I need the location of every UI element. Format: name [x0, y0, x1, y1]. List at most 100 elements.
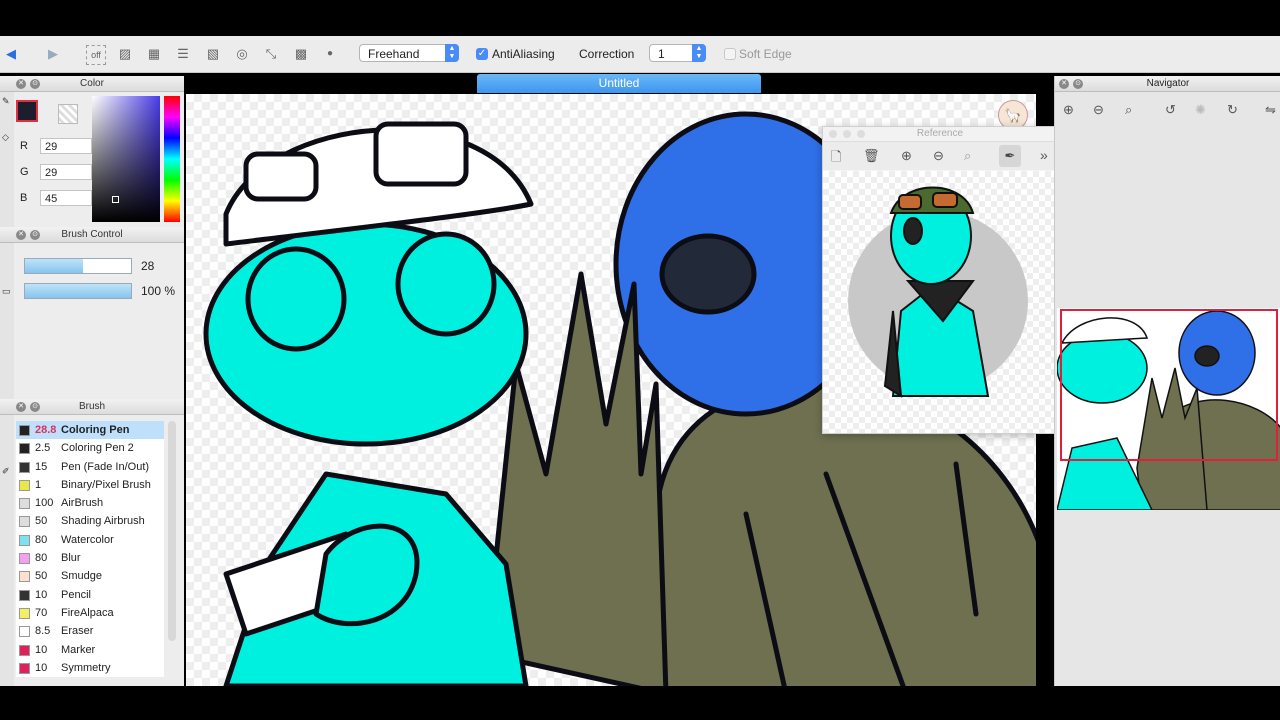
close-icon[interactable]: ✕: [16, 79, 26, 89]
trash-icon[interactable]: 🗑: [863, 148, 880, 164]
brush-item[interactable]: 50 Smudge: [16, 567, 164, 586]
close-icon[interactable]: ✕: [16, 402, 26, 412]
perspective-icon[interactable]: ▧: [204, 45, 222, 63]
brush-color-swatch: [19, 516, 30, 528]
vanishing-point-icon[interactable]: ⤡: [262, 45, 280, 63]
next-arrow-icon[interactable]: ▶: [44, 45, 62, 63]
selection-off-icon[interactable]: off: [86, 45, 106, 65]
new-file-icon[interactable]: 🗋: [831, 148, 841, 170]
mode-select[interactable]: Freehand ▲ ▼: [359, 44, 459, 62]
r-input[interactable]: 29: [40, 138, 92, 154]
brush-color-swatch: [19, 498, 30, 510]
brush-size: 15: [35, 460, 48, 473]
brush-item[interactable]: 10 Symmetry: [16, 658, 164, 678]
antialiasing-label: AntiAliasing: [492, 47, 555, 61]
zoom-out-icon[interactable]: ⊖: [1093, 102, 1104, 118]
brush-item[interactable]: 1 Binary/Pixel Brush: [16, 475, 164, 495]
b-label: B: [20, 192, 28, 204]
zoom-fit-icon[interactable]: ⌕: [1125, 102, 1132, 118]
brush-list: 28.8 Coloring Pen 2.5 Coloring Pen 2 15 Pen (…: [16, 421, 164, 678]
grid-icon[interactable]: ▦: [145, 45, 163, 63]
brush-size-slider[interactable]: [24, 258, 132, 274]
color-picker-cursor[interactable]: [112, 196, 119, 203]
rotate-right-icon[interactable]: ↻: [1227, 102, 1238, 118]
reset-rotation-icon[interactable]: ✺: [1195, 102, 1206, 118]
tool-icon-2[interactable]: ◇: [2, 132, 12, 142]
correction-select[interactable]: 1 ▲ ▼: [649, 44, 706, 62]
brush-size-value[interactable]: 28: [141, 259, 154, 273]
prev-arrow-icon[interactable]: ◀: [2, 45, 20, 63]
brush-color-swatch: [19, 589, 30, 601]
g-input[interactable]: 29: [40, 164, 92, 180]
brush-color-swatch: [19, 479, 30, 491]
secondary-color-swatch[interactable]: [58, 104, 78, 124]
b-row: B 45: [20, 190, 92, 206]
primary-color-swatch[interactable]: [16, 100, 38, 122]
tool-icon-3[interactable]: ▭: [2, 286, 12, 296]
brush-opacity-slider[interactable]: [24, 283, 132, 299]
brush-item[interactable]: 2.5 Coloring Pen 2: [16, 439, 164, 458]
brush-item[interactable]: 70 FireAlpaca: [16, 603, 164, 623]
brush-name: Coloring Pen: [61, 424, 130, 436]
brush-name: Blur: [61, 552, 81, 565]
more-chevron-icon[interactable]: »: [1040, 147, 1048, 163]
brush-name: Pen (Fade In/Out): [61, 460, 150, 473]
hatch-pattern-icon[interactable]: ▨: [116, 45, 134, 63]
brush-color-swatch: [19, 443, 30, 455]
brush-item[interactable]: 28.8 Coloring Pen: [16, 421, 164, 440]
reference-close-icon[interactable]: [829, 130, 837, 138]
antialiasing-checkbox[interactable]: ✓: [476, 48, 488, 60]
rotate-left-icon[interactable]: ↺: [1165, 102, 1176, 118]
concentric-icon[interactable]: ◎: [233, 45, 251, 63]
brush-item[interactable]: 50 Shading Airbrush: [16, 512, 164, 531]
brush-item[interactable]: 100 AirBrush: [16, 494, 164, 513]
brush-item[interactable]: 80 Watercolor: [16, 530, 164, 550]
art-goggle-left: [243, 151, 319, 202]
zoom-out-icon[interactable]: ⊖: [933, 148, 944, 164]
brush-item[interactable]: 8.5 Eraser: [16, 622, 164, 641]
brush-name: Binary/Pixel Brush: [61, 478, 151, 491]
g-label: G: [20, 166, 29, 178]
document-tab[interactable]: Untitled: [477, 74, 761, 93]
correction-value: 1: [658, 47, 665, 61]
soft-edge-checkbox[interactable]: [724, 48, 736, 60]
dot-icon[interactable]: ●: [321, 45, 339, 63]
zoom-in-icon[interactable]: ⊕: [1063, 102, 1074, 118]
brush-control-title: Brush Control: [61, 229, 123, 240]
reference-maximize-icon[interactable]: [857, 130, 865, 138]
settings-icon[interactable]: ⊙: [30, 79, 40, 89]
close-icon[interactable]: ✕: [1059, 79, 1069, 89]
brush-item[interactable]: 15 Pen (Fade In/Out): [16, 457, 164, 476]
eyedropper-icon[interactable]: ✒: [999, 145, 1021, 167]
hue-slider[interactable]: [164, 96, 180, 222]
brush-list-scrollbar[interactable]: [168, 421, 176, 641]
close-icon[interactable]: ✕: [16, 230, 26, 240]
brush-item[interactable]: 80 Blur: [16, 549, 164, 568]
horizontal-lines-icon[interactable]: ☰: [174, 45, 192, 63]
g-row: G 29: [20, 164, 92, 180]
zoom-in-icon[interactable]: ⊕: [901, 148, 912, 164]
settings-icon[interactable]: ⊙: [30, 402, 40, 412]
r-label: R: [20, 140, 28, 152]
b-input[interactable]: 45: [40, 190, 92, 206]
correction-stepper-icon: ▲ ▼: [692, 44, 706, 62]
settings-icon[interactable]: ⊙: [1073, 79, 1083, 89]
brush-item[interactable]: 10 Pencil: [16, 585, 164, 604]
reference-titlebar: Reference: [823, 127, 1057, 142]
brush-item[interactable]: 10 Marker: [16, 640, 164, 659]
zoom-fit-icon[interactable]: ⌕: [964, 148, 971, 164]
tool-icon-1[interactable]: ✎: [2, 96, 12, 106]
reference-toolbar: 🗋 🗑 ⊕ ⊖ ⌕ ✒ »: [823, 142, 1057, 170]
art-goggle-right: [373, 121, 469, 187]
color-gradient-picker[interactable]: [92, 96, 160, 222]
navigator-preview[interactable]: [1057, 308, 1280, 510]
color-panel-header: ✕ ⊙ Color: [0, 76, 184, 92]
snap-grid-icon[interactable]: ▩: [292, 45, 310, 63]
settings-icon[interactable]: ⊙: [30, 230, 40, 240]
brush-name: Watercolor: [61, 533, 114, 546]
tool-icon-4[interactable]: ✐: [2, 466, 12, 476]
flip-icon[interactable]: ⇋: [1265, 102, 1276, 118]
reference-minimize-icon[interactable]: [843, 130, 851, 138]
brush-name: Coloring Pen 2: [61, 442, 134, 455]
brush-opacity-value[interactable]: 100 %: [141, 284, 175, 298]
